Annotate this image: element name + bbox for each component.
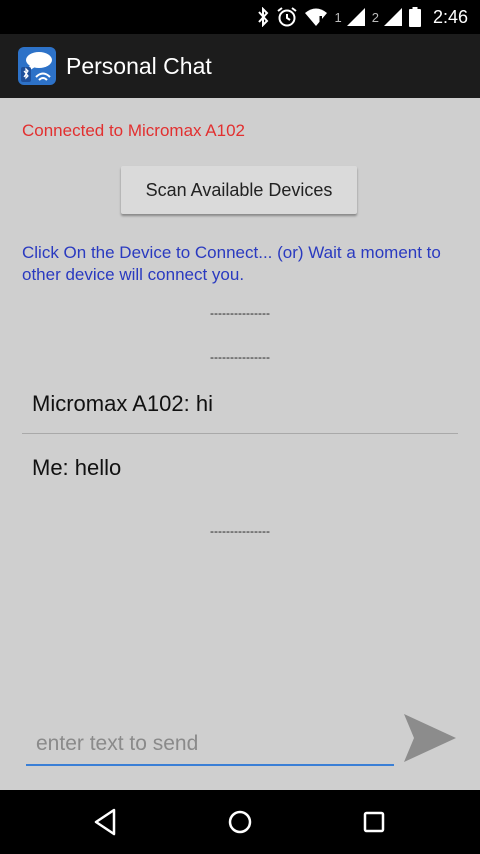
action-bar: Personal Chat — [0, 34, 480, 98]
message-input-container — [26, 726, 394, 766]
divider-text: --------------- — [210, 306, 270, 320]
chat-message[interactable]: Micromax A102: hi — [32, 391, 213, 417]
signal-icon — [346, 8, 365, 26]
bluetooth-icon — [258, 7, 269, 27]
message-separator — [22, 433, 458, 434]
clock: 2:46 — [432, 6, 468, 27]
chat-message[interactable]: Me: hello — [32, 455, 121, 481]
scan-devices-button[interactable]: Scan Available Devices — [121, 166, 357, 214]
status-bar: 1 2 2:46 — [0, 0, 480, 34]
navigation-bar — [0, 790, 480, 854]
battery-icon — [408, 7, 421, 27]
divider-text: --------------- — [210, 350, 270, 364]
alarm-icon — [277, 7, 298, 27]
sim2-label: 2 — [371, 9, 379, 25]
chat-bluetooth-icon — [18, 47, 56, 85]
instructions-text: Click On the Device to Connect... (or) W… — [22, 243, 441, 284]
back-icon[interactable] — [86, 802, 126, 842]
wifi-icon — [305, 8, 328, 26]
recents-icon[interactable] — [354, 802, 394, 842]
home-icon[interactable] — [220, 802, 260, 842]
app-title: Personal Chat — [66, 52, 212, 79]
divider-text: --------------- — [210, 524, 270, 538]
status-icons: 1 2 2:46 — [256, 0, 468, 34]
connection-status: Connected to Micromax A102 — [22, 121, 246, 140]
message-input[interactable] — [26, 726, 394, 762]
sim1-label: 1 — [334, 9, 342, 25]
signal-icon — [383, 8, 402, 26]
send-button[interactable] — [400, 710, 460, 766]
send-icon — [404, 714, 456, 762]
